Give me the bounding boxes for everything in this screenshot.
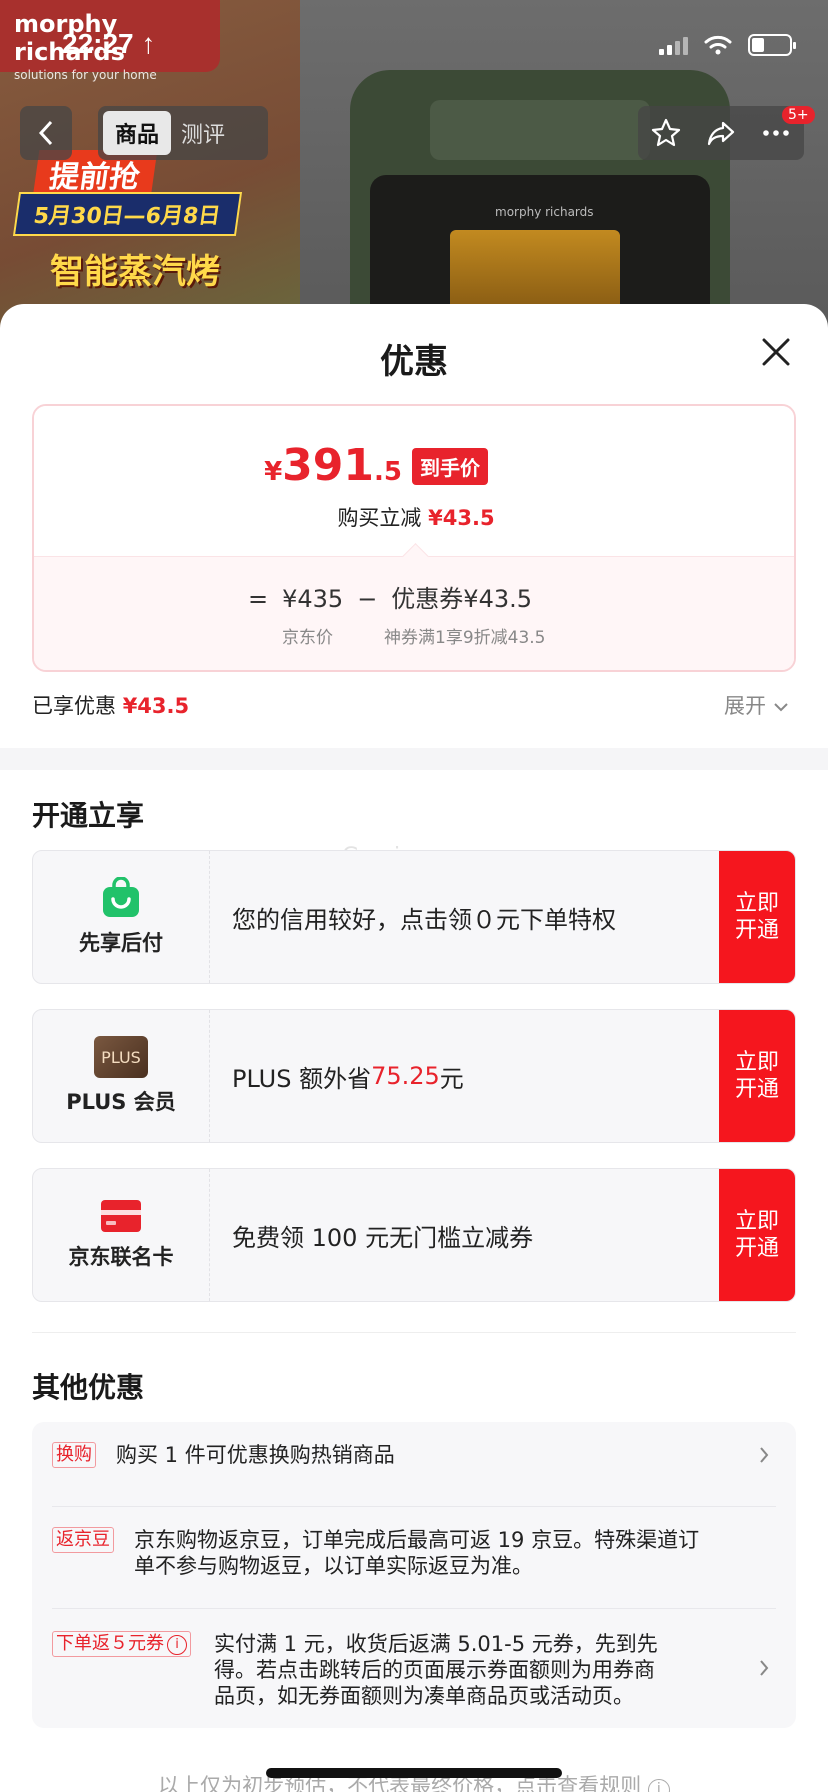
offer-tag: 下单返５元券 i [52,1631,191,1657]
enjoyed-discount: 已享优惠 ¥43.5 [32,694,190,718]
offer-tag: 换购 [52,1442,96,1468]
star-icon[interactable] [650,117,682,149]
wifi-icon [704,35,732,55]
top-right-actions [638,106,804,160]
message-badge: 5+ [782,106,815,124]
info-icon[interactable]: i [167,1635,187,1655]
final-price-tag: 到手价 [412,448,488,485]
jd-price-label: 京东价 [282,628,333,648]
home-indicator [266,1768,562,1778]
final-price-section: ¥391.5 到手价 购买立减 ¥43.5 [34,406,794,556]
offer-card-pay-later[interactable]: 先享后付 您的信用较好，点击领０元下单特权 立即 开通 [32,850,796,984]
expand-button[interactable]: 展开 [724,690,789,720]
info-icon: i [647,1779,670,1792]
offer-description: PLUS 额外省 75.25 元 [232,1062,464,1093]
back-button[interactable] [20,106,72,160]
close-icon[interactable] [756,332,796,372]
offer-label: 先享后付 [79,931,163,955]
oven-control-panel [430,100,650,160]
other-offer-exchange[interactable]: 换购 购买 1 件可优惠换购热销商品 [52,1442,776,1506]
promo-headline: 智能蒸汽烤 [50,252,220,292]
price-card: ¥391.5 到手价 购买立减 ¥43.5 = ¥435 − 优惠券¥43.5 … [32,404,796,672]
promo-dates: 5月30日—6月8日 [12,192,242,236]
plus-badge-icon: PLUS [94,1036,148,1078]
tab-review[interactable]: 测评 [181,117,225,149]
offer-card-plus[interactable]: PLUS PLUS 会员 PLUS 额外省 75.25 元 立即 开通 [32,1009,796,1143]
offer-text: 实付满 1 元，收货后返满 5.01-5 元券，先到先 得。若点击跳转后的页面展… [214,1632,658,1708]
chevron-left-icon [38,120,53,146]
other-section-title: 其他优惠 [32,1371,145,1404]
other-offer-coupon-return[interactable]: 下单返５元券 i 实付满 1 元，收货后返满 5.01-5 元券，先到先 得。若点… [52,1608,776,1728]
share-icon[interactable] [705,117,737,149]
price-formula-section: = ¥435 − 优惠券¥43.5 京东价 神券满1享9折减43.5 [34,556,794,670]
offer-label: PLUS 会员 [66,1090,176,1114]
other-offer-beans: 返京豆 京东购物返京豆，订单完成后最高可返 19 京豆。特殊渠道订 单不参与购物… [52,1506,776,1608]
offer-description: 您的信用较好，点击领０元下单特权 [232,905,616,934]
sheet-title: 优惠 [380,342,448,382]
discount-sheet: 优惠 ¥391.5 到手价 购买立减 ¥43.5 = ¥435 − 优惠券¥43… [0,304,828,1792]
offer-text: 购买 1 件可优惠换购热销商品 [116,1443,395,1467]
reduce-line: 购买立减 ¥43.5 [337,506,495,530]
open-now-button[interactable]: 立即 开通 [719,1010,795,1142]
signal-icon [659,35,688,55]
price-formula: = ¥435 − 优惠券¥43.5 [248,585,533,613]
offer-text: 京东购物返京豆，订单完成后最高可返 19 京豆。特殊渠道订 单不参与购物返豆，以… [134,1528,700,1578]
final-price: ¥391.5 [264,440,402,491]
tab-product[interactable]: 商品 [103,111,172,155]
offer-card-jd-card[interactable]: 京东联名卡 免费领 100 元无门槛立减券 立即 开通 [32,1168,796,1302]
open-now-button[interactable]: 立即 开通 [719,1169,795,1301]
chevron-right-icon [760,1447,769,1463]
section-divider [0,748,828,770]
battery-icon [748,34,796,56]
shopping-bag-icon [103,877,139,917]
offer-label: 京东联名卡 [68,1245,174,1269]
offer-tag: 返京豆 [52,1527,114,1553]
chevron-right-icon [760,1660,769,1676]
status-icons [659,34,796,56]
credit-card-icon [101,1200,141,1232]
oven-logo: morphy richards [495,205,594,219]
divider [32,1332,796,1333]
other-offers-list: 换购 购买 1 件可优惠换购热销商品 返京豆 京东购物返京豆，订单完成后最高可返… [32,1422,796,1728]
coupon-label: 神券满1享9折减43.5 [384,628,546,648]
top-tabs: 商品 测评 [98,106,268,160]
offer-description: 免费领 100 元无门槛立减券 [232,1223,534,1252]
open-section-title: 开通立享 [32,799,145,832]
open-now-button[interactable]: 立即 开通 [719,851,795,983]
status-time: 22:27 ↑ [62,28,156,59]
chevron-down-icon [773,703,788,712]
